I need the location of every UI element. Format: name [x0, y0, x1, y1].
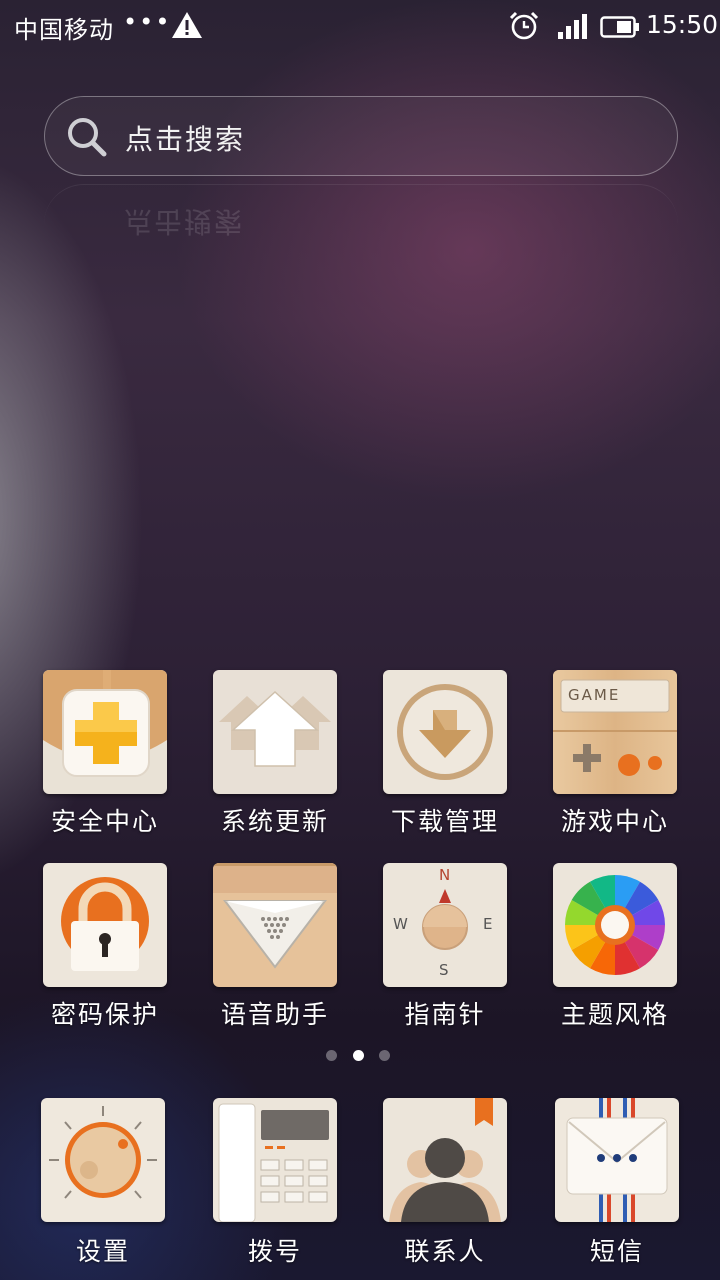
- page-dot[interactable]: [379, 1050, 390, 1061]
- color-wheel-icon: [553, 863, 677, 987]
- compass-north: N: [439, 866, 451, 884]
- app-security-center[interactable]: 安全中心: [26, 670, 186, 840]
- page-dot[interactable]: [326, 1050, 337, 1061]
- carrier-name: 中国移动: [14, 16, 114, 44]
- app-label: 短信: [589, 1237, 644, 1266]
- dock-settings[interactable]: 设置: [24, 1098, 184, 1268]
- signal-icon: [558, 14, 587, 39]
- app-label: 下载管理: [390, 807, 499, 836]
- app-label: 联系人: [404, 1237, 486, 1266]
- app-label: 主题风格: [560, 1000, 669, 1029]
- search-bar[interactable]: 点击搜索: [44, 96, 678, 176]
- app-system-update[interactable]: 系统更新: [196, 670, 356, 840]
- download-icon: [383, 670, 507, 794]
- security-plus-icon: [43, 670, 167, 794]
- app-label: 语音助手: [220, 1000, 329, 1029]
- more-notifications: •••: [123, 8, 172, 36]
- warning-icon: [172, 12, 202, 38]
- app-game-center[interactable]: GAME 游戏中心: [536, 670, 696, 840]
- app-label: 系统更新: [220, 807, 329, 836]
- app-theme-style[interactable]: 主题风格: [536, 863, 696, 1033]
- app-label: 安全中心: [50, 807, 159, 836]
- app-compass[interactable]: N W E S 指南针: [366, 863, 526, 1033]
- app-label: 游戏中心: [560, 807, 669, 836]
- voice-speaker-icon: [213, 863, 337, 987]
- contacts-icon: [383, 1098, 507, 1222]
- search-bar-reflection: 点击搜索: [44, 184, 678, 264]
- settings-dial-icon: [41, 1098, 165, 1222]
- update-arrow-icon: [213, 670, 337, 794]
- dock-dialer[interactable]: 拨号: [196, 1098, 356, 1268]
- app-password-protect[interactable]: 密码保护: [26, 863, 186, 1033]
- battery-icon: [600, 16, 639, 38]
- compass-south: S: [439, 961, 449, 979]
- app-label: 指南针: [404, 1000, 486, 1029]
- app-download-manager[interactable]: 下载管理: [366, 670, 526, 840]
- compass-east: E: [483, 915, 493, 933]
- app-voice-assistant[interactable]: 语音助手: [196, 863, 356, 1033]
- status-bar: 中国移动 ••• 15:50: [0, 0, 720, 52]
- padlock-icon: [43, 863, 167, 987]
- search-icon: [68, 118, 107, 157]
- dock-messages[interactable]: 短信: [538, 1098, 698, 1268]
- game-icon: GAME: [553, 670, 677, 794]
- page-indicator: [326, 1050, 392, 1064]
- compass-icon: N W E S: [383, 863, 507, 987]
- clock: 15:50: [646, 10, 719, 39]
- page-dot-active[interactable]: [353, 1050, 364, 1061]
- game-badge-text: GAME: [568, 686, 621, 704]
- app-label: 设置: [75, 1237, 130, 1266]
- search-reflection-text: 点击搜索: [124, 205, 245, 238]
- alarm-icon: [509, 11, 539, 40]
- search-placeholder: 点击搜索: [125, 123, 246, 156]
- dock-contacts[interactable]: 联系人: [366, 1098, 526, 1268]
- phone-icon: [213, 1098, 337, 1222]
- compass-west: W: [393, 915, 408, 933]
- app-label: 拨号: [247, 1237, 302, 1266]
- app-label: 密码保护: [50, 1000, 159, 1029]
- envelope-icon: [555, 1098, 679, 1222]
